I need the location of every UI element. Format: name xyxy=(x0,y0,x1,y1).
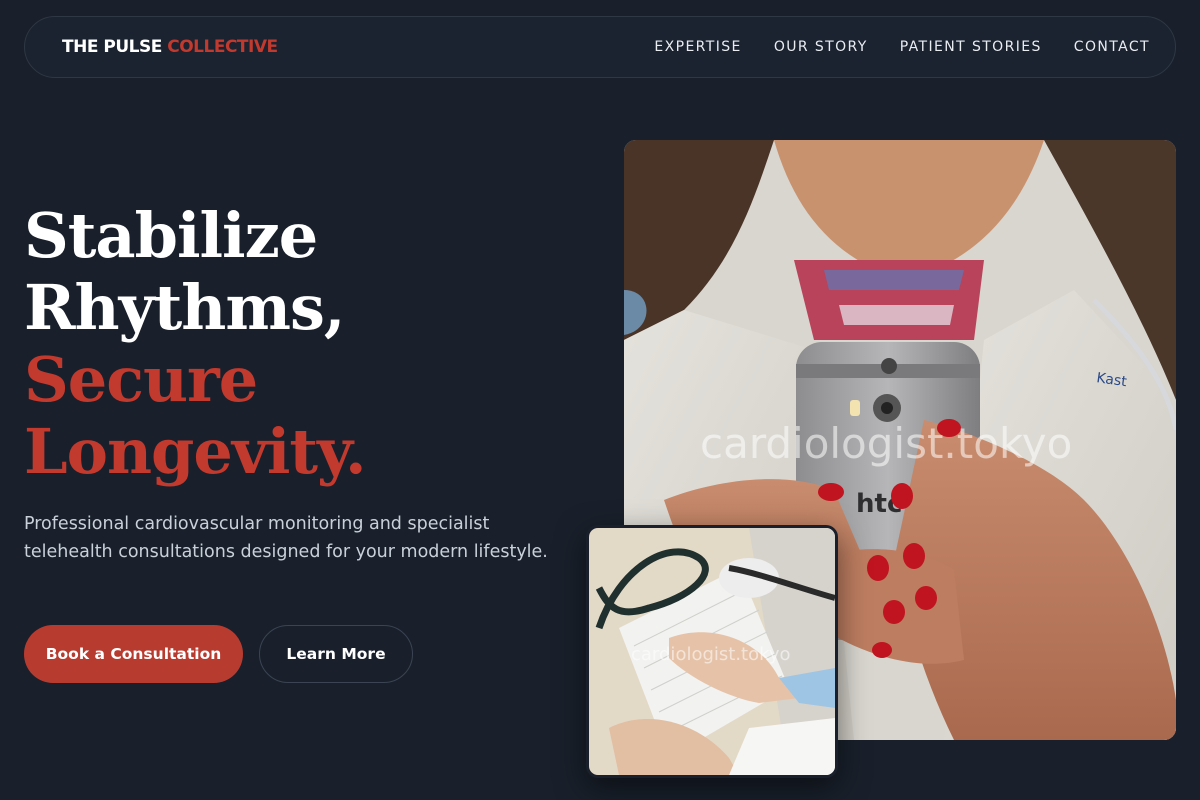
nav-link-our-story[interactable]: OUR STORY xyxy=(774,39,868,55)
nav-link-expertise[interactable]: EXPERTISE xyxy=(654,39,741,55)
headline-line-2: Rhythms, xyxy=(24,271,345,344)
brand-name-accent: COLLECTIVE xyxy=(167,37,278,57)
nav-link-contact[interactable]: CONTACT xyxy=(1074,39,1150,55)
main-photo-watermark: cardiologist.tokyo xyxy=(700,419,1072,468)
small-photo-watermark: cardiologist.tokyo xyxy=(631,644,791,665)
hero-subtitle: Professional cardiovascular monitoring a… xyxy=(24,514,548,562)
nav-menu: EXPERTISE OUR STORY PATIENT STORIES CONT… xyxy=(654,39,1150,55)
top-navbar: THE PULSE COLLECTIVE EXPERTISE OUR STORY… xyxy=(24,16,1176,78)
nav-link-patient-stories[interactable]: PATIENT STORIES xyxy=(900,39,1042,55)
keyboard-stethoscope-photo: cardiologist.tokyo xyxy=(586,525,838,778)
landing-page: THE PULSE COLLECTIVE EXPERTISE OUR STORY… xyxy=(0,0,1200,800)
headline-line-4: Longevity. xyxy=(24,415,367,488)
brand-name-primary: THE PULSE xyxy=(62,37,162,57)
hero-headline: Stabilize Rhythms, Secure Longevity. xyxy=(24,199,367,488)
brand-logo[interactable]: THE PULSE COLLECTIVE xyxy=(62,37,278,57)
learn-more-button[interactable]: Learn More xyxy=(259,625,413,683)
headline-line-3: Secure xyxy=(24,343,258,416)
book-consultation-button[interactable]: Book a Consultation xyxy=(24,625,243,683)
headline-line-1: Stabilize xyxy=(24,199,318,272)
